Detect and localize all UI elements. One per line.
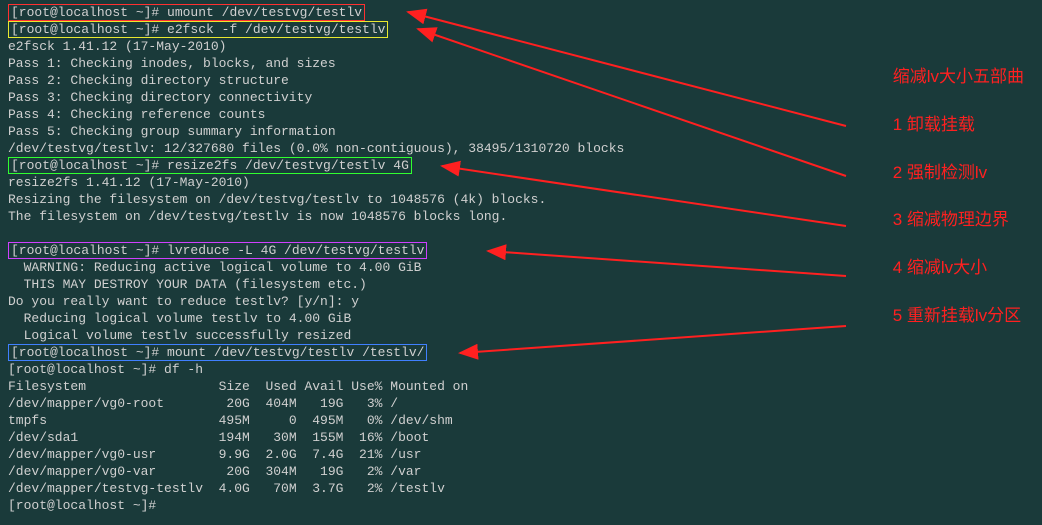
- output-line: Reducing logical volume testlv to 4.00 G…: [8, 310, 1034, 327]
- annotation-step-4: 4 缩减lv大小: [893, 256, 1024, 280]
- cmd-line-mount: [root@localhost ~]# mount /dev/testvg/te…: [8, 344, 1034, 361]
- cmd-box-umount: [root@localhost ~]# umount /dev/testvg/t…: [8, 4, 365, 21]
- output-line: Do you really want to reduce testlv? [y/…: [8, 293, 1034, 310]
- cmd-text: mount /dev/testvg/testlv /testlv/: [167, 345, 424, 360]
- output-line: The filesystem on /dev/testvg/testlv is …: [8, 208, 1034, 225]
- cmd-text: umount /dev/testvg/testlv: [167, 5, 362, 20]
- output-line: Logical volume testlv successfully resiz…: [8, 327, 1034, 344]
- cmd-box-e2fsck: [root@localhost ~]# e2fsck -f /dev/testv…: [8, 21, 388, 38]
- df-row: /dev/mapper/vg0-root 20G 404M 19G 3% /: [8, 395, 1034, 412]
- df-row: /dev/sda1 194M 30M 155M 16% /boot: [8, 429, 1034, 446]
- output-line: Pass 1: Checking inodes, blocks, and siz…: [8, 55, 1034, 72]
- prompt: [root@localhost ~]#: [11, 345, 167, 360]
- df-header: Filesystem Size Used Avail Use% Mounted …: [8, 378, 1034, 395]
- output-line: WARNING: Reducing active logical volume …: [8, 259, 1034, 276]
- annotation-step-5: 5 重新挂载lv分区: [893, 304, 1024, 328]
- cmd-line-resize2fs: [root@localhost ~]# resize2fs /dev/testv…: [8, 157, 1034, 174]
- blank-line: [8, 225, 1034, 242]
- output-line: Resizing the filesystem on /dev/testvg/t…: [8, 191, 1034, 208]
- cmd-box-mount: [root@localhost ~]# mount /dev/testvg/te…: [8, 344, 427, 361]
- df-row: /dev/mapper/vg0-var 20G 304M 19G 2% /var: [8, 463, 1034, 480]
- prompt: [root@localhost ~]#: [11, 158, 167, 173]
- output-line: Pass 2: Checking directory structure: [8, 72, 1034, 89]
- cmd-line-df: [root@localhost ~]# df -h: [8, 361, 1034, 378]
- prompt: [root@localhost ~]#: [11, 5, 167, 20]
- cmd-line-e2fsck: [root@localhost ~]# e2fsck -f /dev/testv…: [8, 21, 1034, 38]
- output-line: Pass 3: Checking directory connectivity: [8, 89, 1034, 106]
- cmd-text: lvreduce -L 4G /dev/testvg/testlv: [167, 243, 424, 258]
- annotation-step-2: 2 强制检测lv: [893, 161, 1024, 185]
- annotation-step-3: 3 缩减物理边界: [893, 208, 1024, 232]
- prompt-line: [root@localhost ~]#: [8, 497, 1034, 514]
- output-line: Pass 4: Checking reference counts: [8, 106, 1034, 123]
- output-line: resize2fs 1.41.12 (17-May-2010): [8, 174, 1034, 191]
- cmd-text: df -h: [164, 362, 203, 377]
- cmd-box-resize2fs: [root@localhost ~]# resize2fs /dev/testv…: [8, 157, 412, 174]
- prompt: [root@localhost ~]#: [11, 243, 167, 258]
- df-row: /dev/mapper/vg0-usr 9.9G 2.0G 7.4G 21% /…: [8, 446, 1034, 463]
- cmd-box-lvreduce: [root@localhost ~]# lvreduce -L 4G /dev/…: [8, 242, 427, 259]
- output-line: Pass 5: Checking group summary informati…: [8, 123, 1034, 140]
- prompt: [root@localhost ~]#: [8, 362, 164, 377]
- annotation-title: 缩减lv大小五部曲: [893, 65, 1024, 89]
- cmd-line-lvreduce: [root@localhost ~]# lvreduce -L 4G /dev/…: [8, 242, 1034, 259]
- df-row: /dev/mapper/testvg-testlv 4.0G 70M 3.7G …: [8, 480, 1034, 497]
- cmd-text: e2fsck -f /dev/testvg/testlv: [167, 22, 385, 37]
- output-line: /dev/testvg/testlv: 12/327680 files (0.0…: [8, 140, 1034, 157]
- df-row: tmpfs 495M 0 495M 0% /dev/shm: [8, 412, 1034, 429]
- prompt: [root@localhost ~]#: [11, 22, 167, 37]
- output-line: THIS MAY DESTROY YOUR DATA (filesystem e…: [8, 276, 1034, 293]
- annotation-step-1: 1 卸载挂载: [893, 113, 1024, 137]
- cmd-text: resize2fs /dev/testvg/testlv 4G: [167, 158, 409, 173]
- output-line: e2fsck 1.41.12 (17-May-2010): [8, 38, 1034, 55]
- annotation-panel: 缩减lv大小五部曲 1 卸载挂载 2 强制检测lv 3 缩减物理边界 4 缩减l…: [893, 65, 1024, 328]
- cmd-line-umount: [root@localhost ~]# umount /dev/testvg/t…: [8, 4, 1034, 21]
